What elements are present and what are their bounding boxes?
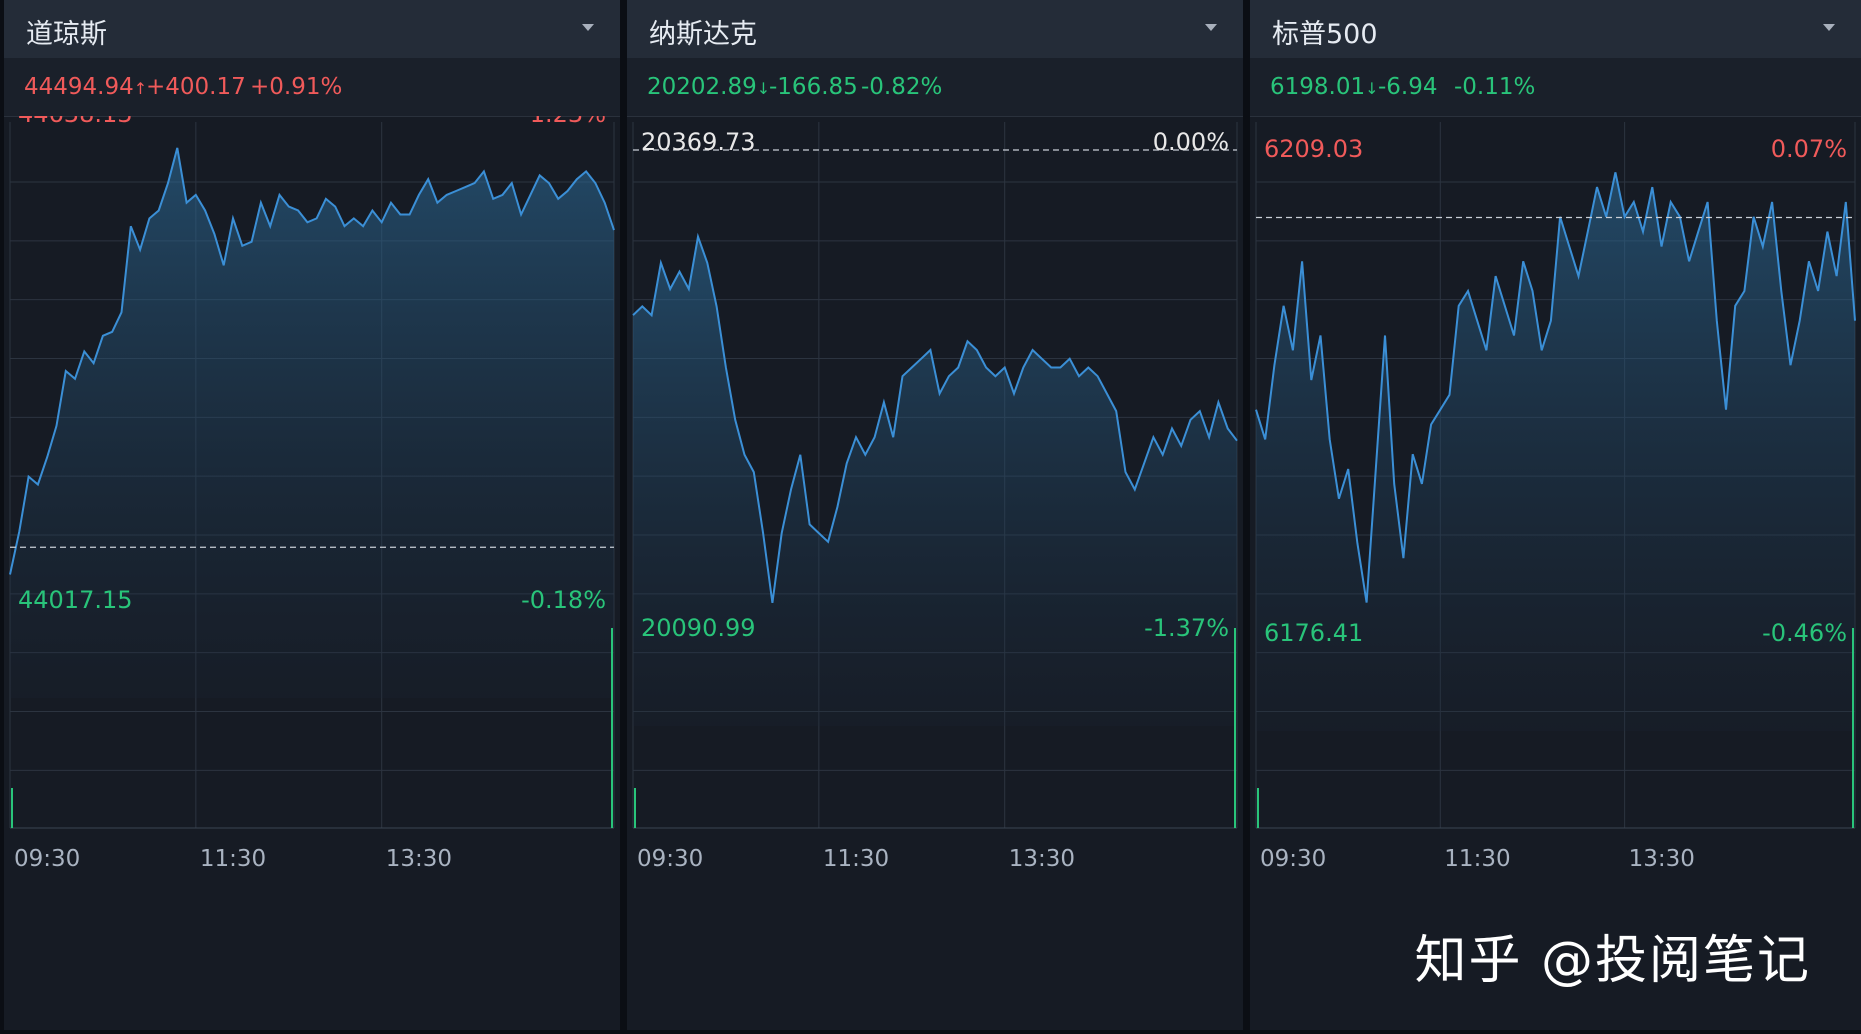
- price-change: -166.85: [769, 74, 858, 100]
- last-price: 44494.94↑: [24, 74, 148, 100]
- price-change: -6.94: [1378, 74, 1438, 100]
- percent-change: -0.11%: [1454, 74, 1536, 100]
- watermark: 知乎 @投阅笔记: [1414, 931, 1811, 991]
- intraday-chart: 6209.03 0.07% 6176.41 -0.46% 09:30 11:30 13:30: [1255, 122, 1856, 872]
- price-area: [10, 147, 614, 698]
- x-tick-label: 09:30: [14, 846, 80, 872]
- top-label-pct: 0.00%: [1153, 128, 1229, 156]
- x-tick-label: 13:30: [386, 846, 452, 872]
- price-change: +400.17: [146, 74, 246, 100]
- bottom-label-price: 20090.99: [641, 614, 756, 642]
- dropdown-caret-icon[interactable]: [1205, 24, 1217, 31]
- last-price: 6198.01↓: [1270, 74, 1379, 100]
- x-tick-label: 13:30: [1009, 846, 1075, 872]
- top-label-price: 44638.13: [18, 116, 133, 128]
- x-tick-label: 09:30: [1260, 846, 1326, 872]
- panel-header[interactable]: 道琼斯: [4, 0, 620, 58]
- bottom-label-price: 44017.15: [18, 586, 133, 614]
- index-title: 标普500: [1272, 19, 1378, 50]
- panel-header[interactable]: 标普500: [1250, 0, 1861, 58]
- index-panel-dow: 道琼斯 44494.94↑ +400.17 +0.91% 44638.13 1.2…: [4, 0, 620, 1030]
- last-price: 20202.89↓: [647, 74, 771, 100]
- bottom-label-pct: -0.46%: [1762, 619, 1847, 647]
- top-label-price: 6209.03: [1264, 135, 1363, 163]
- percent-change: +0.91%: [250, 74, 343, 100]
- bottom-label-price: 6176.41: [1264, 619, 1363, 647]
- top-label-pct: 1.23%: [530, 116, 606, 128]
- quote-bar: 6198.01↓ -6.94 -0.11%: [1250, 58, 1861, 117]
- bottom-label-pct: -1.37%: [1144, 614, 1229, 642]
- index-panel-nasdaq: 纳斯达克 20202.89↓ -166.85 -0.82% 20369.73 0.…: [627, 0, 1243, 1030]
- index-title: 道琼斯: [26, 19, 107, 50]
- intraday-chart: 44638.13 1.23% 44017.15 -0.18% 09:30 11:30 13:…: [9, 116, 615, 872]
- index-title: 纳斯达克: [649, 19, 757, 50]
- dropdown-caret-icon[interactable]: [1823, 24, 1835, 31]
- index-panel-sp500: 标普500 6198.01↓ -6.94 -0.11% 6209.03 0.07%…: [1250, 0, 1861, 1030]
- quote-bar: 44494.94↑ +400.17 +0.91%: [4, 58, 620, 117]
- x-tick-label: 09:30: [637, 846, 703, 872]
- x-tick-label: 13:30: [1629, 846, 1695, 872]
- panel-header[interactable]: 纳斯达克: [627, 0, 1243, 58]
- x-tick-label: 11:30: [823, 846, 889, 872]
- dropdown-caret-icon[interactable]: [582, 24, 594, 31]
- quote-bar: 20202.89↓ -166.85 -0.82%: [627, 58, 1243, 117]
- x-tick-label: 11:30: [1444, 846, 1510, 872]
- trend-arrow-icon: ↓: [1365, 79, 1379, 98]
- bottom-label-pct: -0.18%: [521, 586, 606, 614]
- price-area: [633, 236, 1237, 726]
- price-area: [1256, 172, 1855, 732]
- top-label-price: 20369.73: [641, 128, 756, 156]
- x-tick-label: 11:30: [200, 846, 266, 872]
- top-label-pct: 0.07%: [1771, 135, 1847, 163]
- intraday-chart: 20369.73 0.00% 20090.99 -1.37% 09:30 11:30 13:…: [632, 122, 1238, 872]
- percent-change: -0.82%: [861, 74, 943, 100]
